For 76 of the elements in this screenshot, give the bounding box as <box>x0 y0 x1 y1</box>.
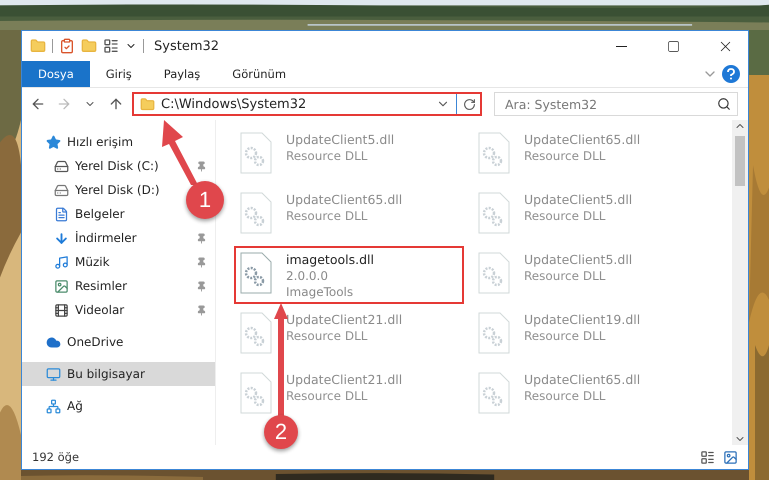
dll-file-icon <box>478 192 510 234</box>
file-detail: Resource DLL <box>286 148 368 164</box>
file-name: UpdateClient5.dll <box>524 252 632 268</box>
sidebar-item[interactable]: Müzik <box>22 250 215 274</box>
help-icon <box>726 68 736 80</box>
back-icon <box>30 96 46 112</box>
file-detail: Resource DLL <box>524 388 606 404</box>
sidebar-item[interactable]: Videolar <box>22 298 215 322</box>
file-name: UpdateClient65.dll <box>524 132 640 148</box>
help-button[interactable] <box>722 65 740 83</box>
up-icon <box>108 96 124 112</box>
scrollbar-thumb[interactable] <box>735 136 745 186</box>
large-icons-view-icon[interactable] <box>723 450 738 464</box>
file-detail: ImageTools <box>286 284 354 300</box>
dll-file-icon <box>240 192 272 234</box>
document-icon <box>54 206 69 222</box>
sidebar-item[interactable]: Ağ <box>22 394 91 418</box>
forward-icon <box>56 96 72 112</box>
dll-file-icon <box>478 312 510 354</box>
file-detail: Resource DLL <box>286 208 368 224</box>
details-view-icon[interactable] <box>700 450 715 464</box>
file-detail: Resource DLL <box>524 268 606 284</box>
ribbon-tab[interactable]: Görünüm <box>216 61 302 87</box>
network-icon <box>46 398 61 414</box>
ribbon-tab[interactable]: Giriş <box>90 61 148 87</box>
search-field[interactable]: Ara: System32 <box>494 92 738 116</box>
view-icon[interactable] <box>103 38 119 54</box>
file-name: UpdateClient65.dll <box>524 372 640 388</box>
file-name: imagetools.dll <box>286 252 374 268</box>
dll-file-icon <box>478 132 510 174</box>
star-icon <box>46 134 61 150</box>
drive-icon <box>54 158 69 174</box>
sidebar-item[interactable]: Hızlı erişim <box>22 130 142 154</box>
picture-icon <box>54 278 69 294</box>
refresh-icon[interactable] <box>463 98 476 110</box>
file-menu-button[interactable]: Dosya <box>22 61 90 87</box>
music-icon <box>54 254 69 270</box>
ribbon-tab[interactable]: Paylaş <box>148 61 216 87</box>
address-bar[interactable]: C:\Windows\System32 <box>132 92 482 116</box>
download-icon <box>54 230 69 246</box>
search-icon[interactable] <box>717 97 731 111</box>
sidebar-item[interactable]: Yerel Disk (C:) <box>22 154 215 178</box>
dll-file-icon <box>478 372 510 414</box>
file-detail: Resource DLL <box>524 208 606 224</box>
file-detail: Resource DLL <box>286 388 368 404</box>
dll-file-icon <box>240 132 272 174</box>
properties-icon[interactable] <box>59 38 75 54</box>
dll-file-icon <box>240 252 272 294</box>
drive-icon <box>54 182 69 198</box>
sidebar-item[interactable]: Resimler <box>22 274 215 298</box>
cloud-icon <box>46 334 61 350</box>
file-name: UpdateClient5.dll <box>524 192 632 208</box>
sidebar-item[interactable]: Yerel Disk (D:) <box>22 178 168 202</box>
sidebar-item[interactable]: İndirmeler <box>22 226 215 250</box>
film-icon <box>54 302 69 318</box>
maximize-icon <box>666 40 680 52</box>
folder-icon <box>140 96 155 112</box>
file-detail: Resource DLL <box>286 328 368 344</box>
file-item[interactable]: imagetools.dll 2.0.0.0 ImageTools <box>234 246 464 304</box>
file-detail: 2.0.0.0 <box>286 268 329 284</box>
dll-file-icon <box>240 372 272 414</box>
file-name: UpdateClient21.dll <box>286 312 402 328</box>
file-name: UpdateClient65.dll <box>286 192 402 208</box>
sidebar-item[interactable]: Belgeler <box>22 202 133 226</box>
window-title: System32 <box>154 38 220 54</box>
item-count: 192 öğe <box>32 450 80 464</box>
monitor-icon <box>46 366 61 382</box>
sidebar-item[interactable]: OneDrive <box>22 330 132 354</box>
file-name: UpdateClient21.dll <box>286 372 402 388</box>
file-name: UpdateClient19.dll <box>524 312 640 328</box>
dll-file-icon <box>240 312 272 354</box>
file-name: UpdateClient5.dll <box>286 132 394 148</box>
sidebar-item[interactable]: Bu bilgisayar <box>22 362 215 386</box>
dll-file-icon <box>478 252 510 294</box>
file-detail: Resource DLL <box>524 328 606 344</box>
file-detail: Resource DLL <box>524 148 606 164</box>
